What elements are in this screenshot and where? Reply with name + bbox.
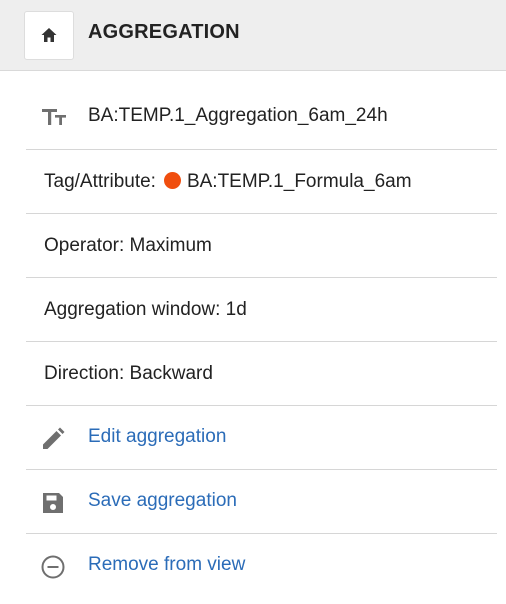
aggregation-panel: AGGREGATION BA:TEMP.1_Aggregation_6am_24…: [0, 0, 506, 604]
tag-status-dot: [163, 172, 181, 189]
aggregation-window-text: Aggregation window: 1d: [44, 299, 247, 320]
operator-text: Operator: Maximum: [44, 235, 212, 256]
tag-attribute-value: BA:TEMP.1_Formula_6am: [186, 171, 412, 192]
save-aggregation-button[interactable]: Save aggregation: [26, 470, 497, 534]
pencil-icon: [43, 427, 65, 449]
direction-row: Direction: Backward: [26, 342, 497, 406]
aggregation-name-row: BA:TEMP.1_Aggregation_6am_24h: [26, 84, 497, 150]
home-button[interactable]: [24, 11, 74, 60]
tag-attribute-text: Tag/Attribute: BA:TEMP.1_Formula_6am: [44, 171, 412, 193]
panel-title: AGGREGATION: [88, 21, 240, 43]
aggregation-name: BA:TEMP.1_Aggregation_6am_24h: [88, 105, 388, 126]
save-aggregation-label[interactable]: Save aggregation: [88, 490, 237, 512]
operator-row: Operator: Maximum: [26, 214, 497, 278]
remove-from-view-button[interactable]: Remove from view: [26, 534, 497, 598]
direction-text: Direction: Backward: [44, 363, 213, 384]
aggregation-window-row: Aggregation window: 1d: [26, 278, 497, 342]
save-icon: [43, 493, 63, 513]
text-type-icon: [42, 109, 66, 125]
tag-attribute-label: Tag/Attribute:: [44, 171, 156, 192]
tag-attribute-row: Tag/Attribute: BA:TEMP.1_Formula_6am: [26, 150, 497, 214]
remove-circle-icon: [41, 555, 65, 579]
panel-header: AGGREGATION: [0, 0, 506, 71]
home-icon: [41, 28, 57, 42]
remove-from-view-label[interactable]: Remove from view: [88, 554, 245, 576]
edit-aggregation-label[interactable]: Edit aggregation: [88, 426, 226, 448]
edit-aggregation-button[interactable]: Edit aggregation: [26, 406, 497, 470]
